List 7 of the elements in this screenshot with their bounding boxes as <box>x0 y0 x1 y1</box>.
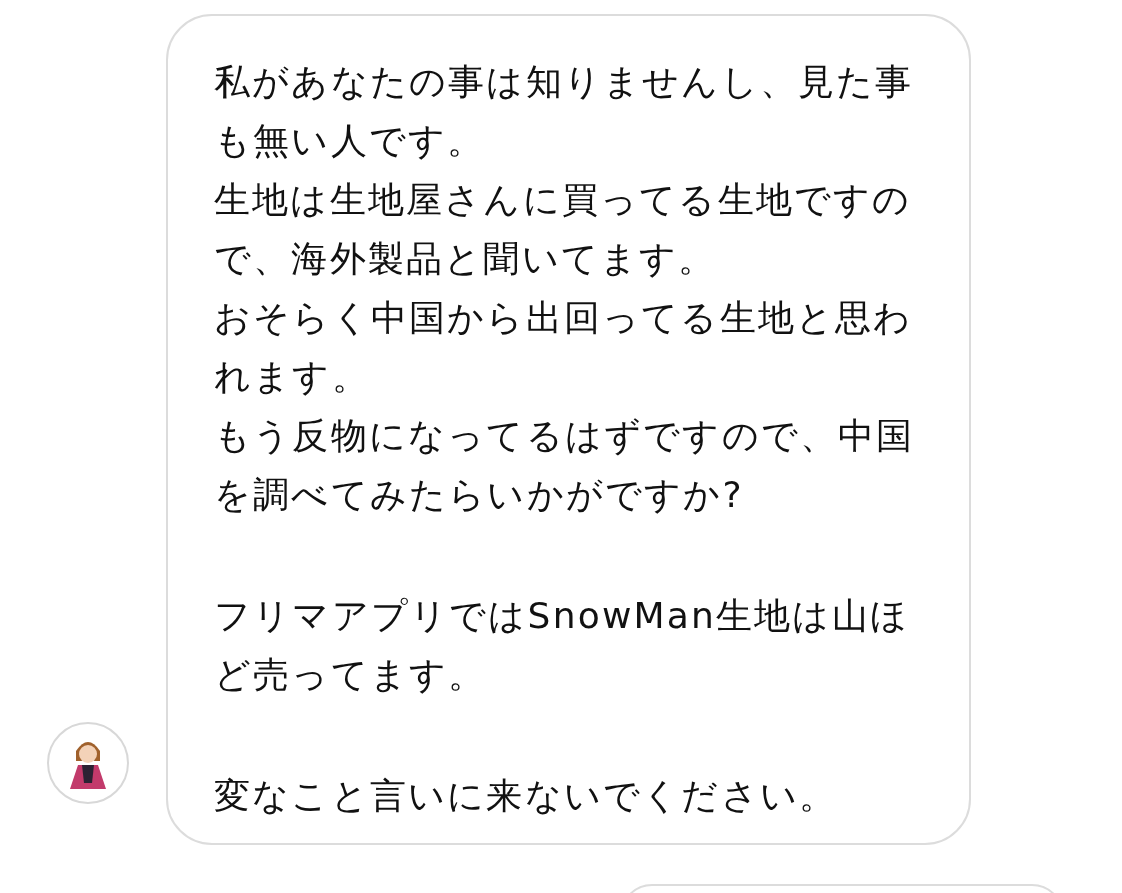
avatar-icon[interactable] <box>46 721 130 805</box>
message-text: 私があなたの事は知りませんし、見た事も無い人です。 <box>214 60 915 163</box>
message-text: フリマアプリではSnowMan生地は山ほど売ってます。 <box>214 594 911 697</box>
message-text: 生地は生地屋さんに買ってる生地ですので、海外製品と聞いてます。 <box>214 178 913 281</box>
message-text: 変なこと言いに来ないでください。 <box>214 774 839 818</box>
message-text: おそらく中国から出回ってる生地と思われます。 <box>214 296 914 399</box>
message-text: もう反物になってるはずですので、中国を調べてみたらいかがですか? <box>214 414 916 517</box>
